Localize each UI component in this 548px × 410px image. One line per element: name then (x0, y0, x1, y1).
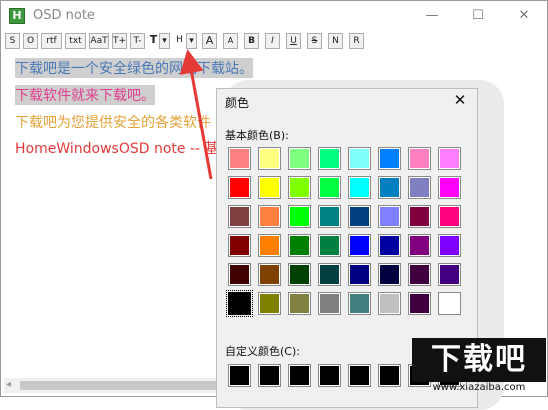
basic-color-swatch[interactable] (288, 234, 311, 257)
open-button[interactable]: O (23, 33, 38, 49)
basic-color-swatch[interactable] (318, 205, 341, 228)
basic-color-swatch[interactable] (288, 176, 311, 199)
text-line-1: 下载吧是一个安全绿色的网站下载站。 (15, 58, 253, 78)
basic-color-swatch[interactable] (408, 205, 431, 228)
custom-color-swatch[interactable] (288, 364, 311, 387)
toolbar: S O rtf txt AaT T+ T- T ▾ H ▾ A A B I U … (1, 32, 547, 51)
title-bar: H OSD note — ☐ ✕ (1, 1, 547, 31)
font-bigger-button[interactable]: T+ (112, 33, 127, 49)
dialog-title: 颜色 (225, 96, 250, 110)
basic-color-swatch[interactable] (318, 234, 341, 257)
app-icon: H (9, 8, 25, 24)
basic-color-swatch[interactable] (378, 292, 401, 315)
basic-color-swatch[interactable] (348, 234, 371, 257)
watermark-logo: 下载吧 (412, 338, 546, 382)
basic-color-swatch[interactable] (438, 205, 461, 228)
watermark-url: www.xiazaiba.com (432, 382, 526, 393)
basic-color-swatch[interactable] (228, 176, 251, 199)
basic-color-swatch[interactable] (438, 234, 461, 257)
text-line-2: 下载软件就来下载吧。 (15, 85, 155, 105)
basic-colors-label: 基本颜色(B): (225, 129, 289, 142)
basic-color-swatch[interactable] (438, 176, 461, 199)
basic-color-swatch[interactable] (228, 205, 251, 228)
font-a-small-button[interactable]: A (223, 33, 238, 49)
highlight-button[interactable]: H (174, 33, 185, 49)
basic-color-swatch[interactable] (438, 147, 461, 170)
basic-color-swatch[interactable] (378, 234, 401, 257)
basic-color-swatch[interactable] (288, 205, 311, 228)
basic-color-swatch[interactable] (288, 147, 311, 170)
basic-color-swatch[interactable] (378, 263, 401, 286)
basic-color-swatch[interactable] (438, 263, 461, 286)
custom-color-swatch[interactable] (348, 364, 371, 387)
watermark: 下载吧 www.xiazaiba.com (412, 338, 546, 396)
basic-color-swatch[interactable] (318, 292, 341, 315)
scrollbar-thumb[interactable] (20, 381, 230, 390)
text-color-button[interactable]: T (148, 33, 159, 49)
basic-color-swatch[interactable] (348, 147, 371, 170)
window-title: OSD note (33, 8, 95, 23)
basic-color-swatch[interactable] (408, 176, 431, 199)
basic-color-swatch[interactable] (408, 234, 431, 257)
normal-button[interactable]: N (328, 33, 343, 49)
txt-button[interactable]: txt (65, 33, 86, 49)
basic-color-swatch[interactable] (348, 205, 371, 228)
custom-color-swatch[interactable] (228, 364, 251, 387)
font-a-large-button[interactable]: A (202, 33, 217, 49)
text-color-dropdown[interactable]: ▾ (159, 33, 170, 49)
basic-color-swatch[interactable] (228, 147, 251, 170)
basic-color-swatch[interactable] (408, 147, 431, 170)
custom-color-swatch[interactable] (318, 364, 341, 387)
custom-color-swatch[interactable] (378, 364, 401, 387)
minimize-button[interactable]: — (409, 1, 455, 31)
basic-color-swatch[interactable] (228, 263, 251, 286)
text-line-4: HomeWindowsOSD note -- 基 (15, 141, 219, 157)
basic-color-swatch[interactable] (228, 234, 251, 257)
custom-color-swatch[interactable] (258, 364, 281, 387)
basic-color-swatch[interactable] (258, 147, 281, 170)
basic-color-swatch[interactable] (408, 263, 431, 286)
italic-button[interactable]: I (265, 33, 280, 49)
basic-color-swatch[interactable] (258, 292, 281, 315)
basic-color-swatch[interactable] (378, 176, 401, 199)
basic-color-swatch[interactable] (318, 147, 341, 170)
bold-button[interactable]: B (244, 33, 259, 49)
close-button[interactable]: ✕ (501, 1, 547, 31)
basic-color-swatch[interactable] (438, 292, 461, 315)
underline-button[interactable]: U (286, 33, 301, 49)
basic-color-swatch[interactable] (288, 263, 311, 286)
basic-color-swatch[interactable] (348, 176, 371, 199)
basic-color-swatch[interactable] (288, 292, 311, 315)
basic-color-swatch[interactable] (318, 263, 341, 286)
basic-color-swatch[interactable] (378, 147, 401, 170)
basic-color-swatch[interactable] (258, 234, 281, 257)
save-button[interactable]: S (5, 33, 20, 49)
basic-color-swatch[interactable] (226, 290, 253, 317)
font-dialog-button[interactable]: AaT (89, 33, 109, 49)
text-line-3: 下载吧为您提供安全的各类软件 (15, 115, 211, 131)
basic-color-swatch[interactable] (408, 292, 431, 315)
highlight-dropdown[interactable]: ▾ (186, 33, 197, 49)
maximize-button[interactable]: ☐ (455, 1, 501, 31)
basic-color-swatch[interactable] (258, 176, 281, 199)
rtf-button[interactable]: rtf (41, 33, 62, 49)
font-smaller-button[interactable]: T- (130, 33, 145, 49)
basic-color-swatch[interactable] (348, 292, 371, 315)
dialog-close-button[interactable]: ✕ (449, 91, 471, 109)
basic-color-swatch[interactable] (258, 205, 281, 228)
basic-color-swatch[interactable] (378, 205, 401, 228)
scroll-left-arrow-icon[interactable]: ◂ (6, 379, 11, 390)
basic-color-swatch[interactable] (258, 263, 281, 286)
basic-color-swatch[interactable] (318, 176, 341, 199)
basic-color-swatch[interactable] (348, 263, 371, 286)
strikethrough-button[interactable]: S (307, 33, 322, 49)
reset-button[interactable]: R (349, 33, 364, 49)
custom-colors-label: 自定义颜色(C): (225, 345, 300, 358)
